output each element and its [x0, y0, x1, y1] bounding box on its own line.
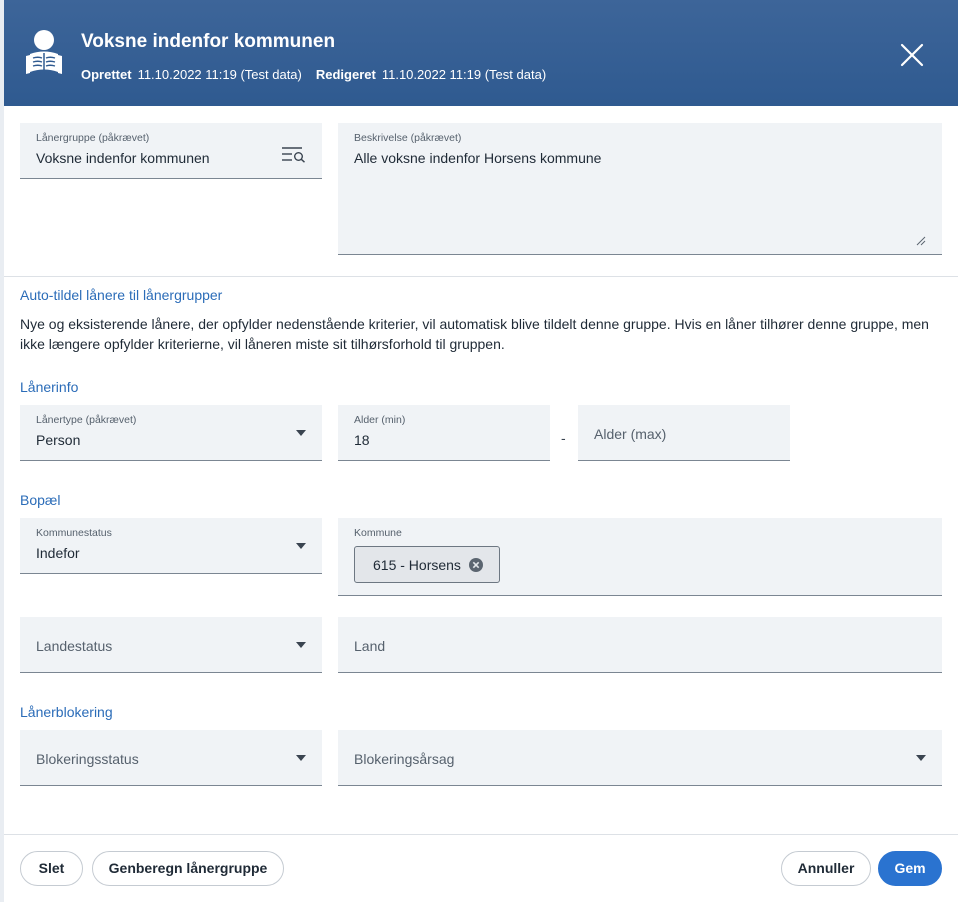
auto-assign-heading: Auto-tildel lånere til lånergrupper [20, 287, 223, 303]
cancel-button[interactable]: Annuller [781, 851, 871, 886]
borrower-type-select[interactable]: Lånertype (påkrævet) Person [20, 405, 322, 461]
municipality-chip: 615 - Horsens [354, 546, 500, 583]
recalculate-button[interactable]: Genberegn lånergruppe [92, 851, 284, 886]
blocking-heading: Lånerblokering [20, 704, 113, 720]
country-status-select[interactable]: Landestatus [20, 617, 322, 673]
chevron-down-icon [296, 430, 306, 436]
auto-assign-description: Nye og eksisterende lånere, der opfylder… [20, 316, 929, 352]
created-value: 11.10.2022 11:19 (Test data) [137, 67, 302, 82]
lookup-icon[interactable] [281, 145, 307, 163]
blocking-reason-select[interactable]: Blokeringsårsag [338, 730, 942, 786]
loan-group-field[interactable]: Lånergruppe (påkrævet) Voksne indenfor k… [20, 123, 322, 179]
description-label: Beskrivelse (påkrævet) [354, 132, 462, 144]
municipality-field[interactable]: Kommune 615 - Horsens [338, 518, 942, 596]
age-min-field[interactable]: Alder (min) 18 [338, 405, 550, 461]
loan-group-dialog: Voksne indenfor kommunen Oprettet 11.10.2… [4, 0, 958, 902]
loan-group-label: Lånergruppe (påkrævet) [36, 132, 150, 144]
borrower-type-value: Person [36, 432, 81, 448]
borrower-type-label: Lånertype (påkrævet) [36, 414, 137, 426]
loan-group-value: Voksne indenfor kommunen [36, 150, 210, 166]
age-min-value: 18 [354, 432, 370, 448]
edited-label: Redigeret [315, 67, 376, 82]
municipality-status-select[interactable]: Kommunestatus Indefor [20, 518, 322, 574]
municipality-status-label: Kommunestatus [36, 527, 112, 539]
country-status-placeholder: Landestatus [36, 638, 113, 654]
blocking-reason-placeholder: Blokeringsårsag [354, 751, 455, 767]
municipality-label: Kommune [354, 527, 402, 539]
blocking-status-placeholder: Blokeringsstatus [36, 751, 139, 767]
borrower-info-heading: Lånerinfo [20, 379, 79, 395]
delete-button[interactable]: Slet [20, 851, 83, 886]
age-range-dash: - [561, 430, 566, 446]
municipality-chip-label: 615 - Horsens [373, 557, 461, 573]
description-value: Alle voksne indenfor Horsens kommune [354, 150, 602, 166]
close-icon[interactable] [897, 40, 927, 70]
section-divider [4, 276, 958, 277]
age-max-placeholder: Alder (max) [594, 426, 667, 442]
dialog-title: Voksne indenfor kommunen [81, 31, 336, 52]
chevron-down-icon [296, 543, 306, 549]
resize-handle-icon[interactable] [916, 236, 926, 246]
footer-divider [4, 834, 958, 835]
chevron-down-icon [916, 755, 926, 761]
chevron-down-icon [296, 755, 306, 761]
residence-heading: Bopæl [20, 492, 61, 508]
remove-chip-icon[interactable] [469, 558, 483, 572]
save-button[interactable]: Gem [878, 851, 942, 886]
country-placeholder: Land [354, 638, 386, 654]
dialog-header: Voksne indenfor kommunen Oprettet 11.10.2… [4, 0, 958, 106]
age-min-label: Alder (min) [354, 414, 406, 426]
dialog-meta: Oprettet 11.10.2022 11:19 (Test data) Redi… [81, 67, 546, 82]
age-max-field[interactable]: Alder (max) [578, 405, 790, 461]
edited-value: 11.10.2022 11:19 (Test data) [381, 67, 547, 82]
reader-icon [26, 30, 62, 74]
created-label: Oprettet [81, 67, 132, 82]
blocking-status-select[interactable]: Blokeringsstatus [20, 730, 322, 786]
municipality-status-value: Indefor [36, 545, 80, 561]
description-field[interactable]: Beskrivelse (påkrævet) Alle voksne inden… [338, 123, 942, 255]
country-field[interactable]: Land [338, 617, 942, 673]
chevron-down-icon [296, 642, 306, 648]
